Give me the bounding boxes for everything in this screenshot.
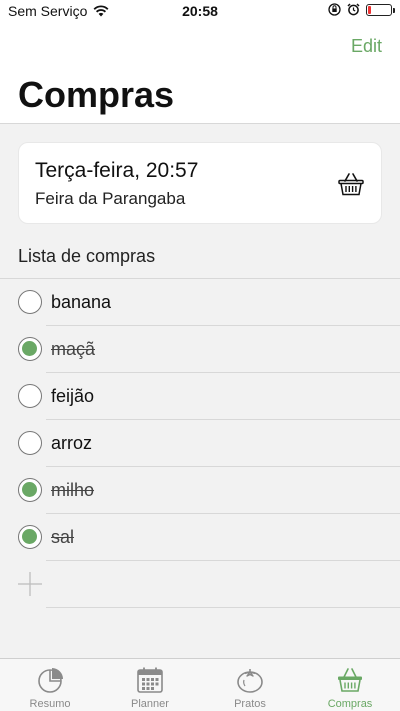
plus-icon[interactable] <box>18 572 42 596</box>
item-label: banana <box>51 292 112 312</box>
basket-icon[interactable] <box>337 170 365 198</box>
battery-icon <box>366 3 395 16</box>
basket-icon <box>338 668 362 692</box>
list-item[interactable]: feijão <box>0 373 400 420</box>
item-label: sal <box>51 527 75 547</box>
tomato-icon <box>237 669 263 693</box>
list-item[interactable]: banana <box>0 279 400 326</box>
tab-label: Compras <box>327 698 373 710</box>
tab-resumo[interactable]: Resumo <box>0 659 100 711</box>
item-label: arroz <box>51 433 93 453</box>
tab-compras[interactable]: Compras <box>300 659 400 711</box>
trip-place: Feira da Parangaba <box>35 189 186 208</box>
nav-header: Edit Compras <box>0 24 400 124</box>
checkbox-unchecked[interactable] <box>18 431 42 455</box>
tab-bar: Resumo Planner Pratos Compras <box>0 658 400 711</box>
tab-planner[interactable]: Planner <box>100 659 200 711</box>
list-item[interactable]: milho <box>0 467 400 514</box>
tab-label: Planner <box>131 698 169 710</box>
checkbox-checked[interactable] <box>18 525 42 549</box>
edit-button[interactable]: Edit <box>351 36 382 57</box>
shopping-list: banana maçã feijão arroz milho sal <box>0 278 400 658</box>
checkbox-unchecked[interactable] <box>18 384 42 408</box>
add-item-row[interactable] <box>0 561 400 608</box>
tab-label: Pratos <box>234 698 266 710</box>
shopping-trip-card[interactable]: Terça-feira, 20:57 Feira da Parangaba <box>18 142 382 224</box>
list-item[interactable]: sal <box>0 514 400 561</box>
tab-pratos[interactable]: Pratos <box>200 659 300 711</box>
list-item[interactable]: maçã <box>0 326 400 373</box>
item-label: feijão <box>51 386 95 406</box>
checkbox-unchecked[interactable] <box>18 290 42 314</box>
list-item[interactable]: arroz <box>0 420 400 467</box>
status-icons <box>328 3 395 16</box>
checkbox-checked[interactable] <box>18 337 42 361</box>
page-title: Compras <box>18 74 175 115</box>
orientation-lock-icon <box>328 3 341 16</box>
shopping-list-heading: Lista de compras <box>18 246 156 266</box>
checkbox-checked[interactable] <box>18 478 42 502</box>
calendar-icon <box>137 667 163 693</box>
status-bar: Sem Serviço 20:58 <box>0 0 400 24</box>
trip-date: Terça-feira, 20:57 <box>35 159 199 182</box>
item-label: maçã <box>51 339 96 359</box>
item-label: milho <box>51 480 95 500</box>
pie-chart-icon <box>38 668 63 693</box>
tab-label: Resumo <box>29 698 71 710</box>
alarm-icon <box>347 3 360 16</box>
